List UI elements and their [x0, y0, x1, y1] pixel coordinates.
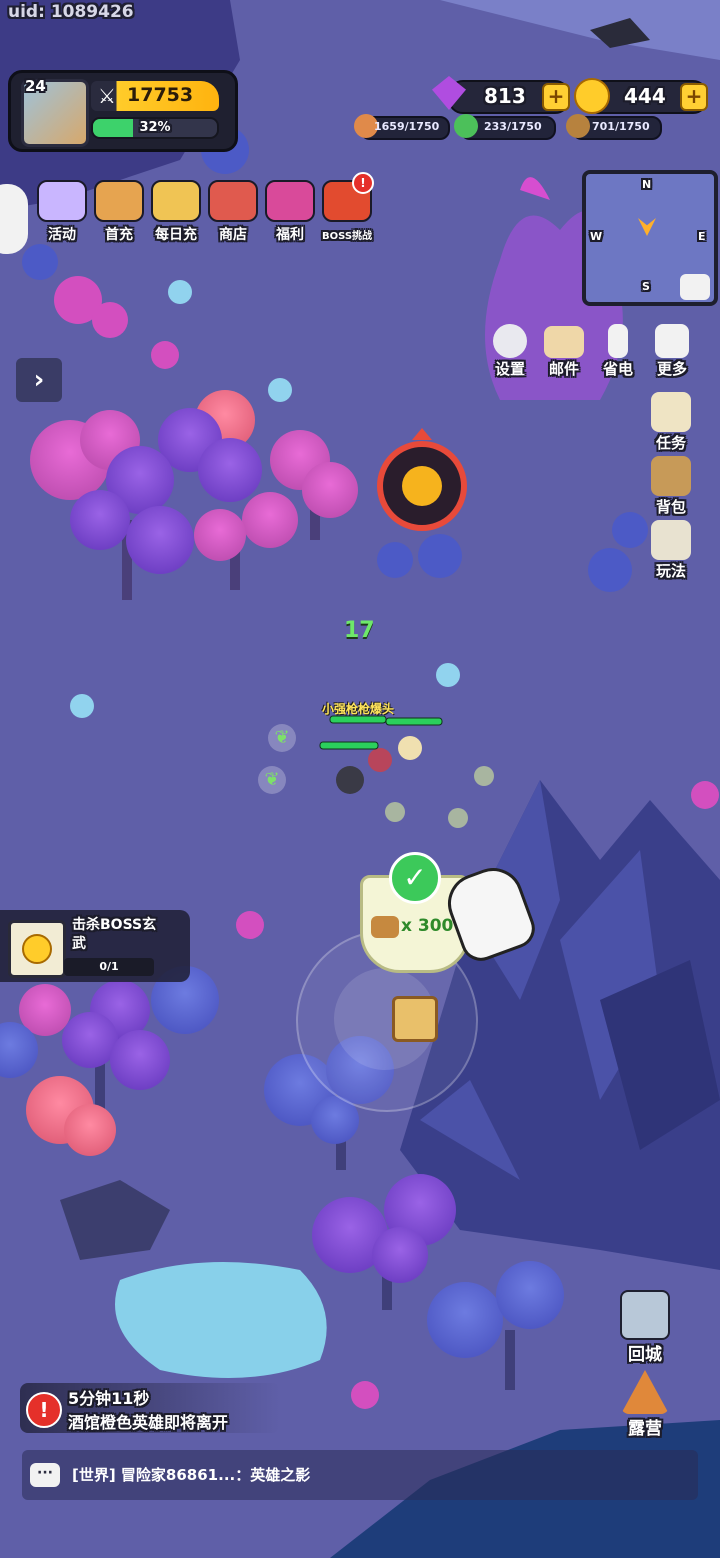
damage-number: 17 [344, 618, 375, 643]
backpack-icon [651, 456, 691, 496]
quest-title: 击杀BOSS玄武 [72, 917, 157, 952]
gameplay-label: 玩法 [655, 562, 686, 580]
tent-icon [621, 1370, 669, 1414]
xp-bar: 32% [91, 117, 219, 139]
meat-resource: 1659/1750 [354, 114, 450, 140]
expand-arrow-button[interactable]: › [16, 358, 62, 402]
compass-east: E [698, 230, 706, 243]
chest-icon [37, 180, 87, 222]
gameplay-button[interactable]: 玩法 [642, 520, 700, 581]
system-menu: 设置 邮件 省电 更多 [484, 324, 700, 379]
return-town-label: 回城 [628, 1345, 662, 1365]
player-panel[interactable]: 24 ⚔ 17753 32% [8, 70, 238, 152]
top-menu: 活动 首充 每日充 商店 福利 ! BOSS挑战 [34, 172, 375, 243]
quest-label: 任务 [655, 434, 686, 452]
gold-coin-icon [574, 78, 610, 114]
camp-label: 露营 [628, 1419, 662, 1439]
compass-north: N [642, 178, 652, 191]
wood-icon [371, 916, 399, 938]
backpack-button[interactable]: 背包 [642, 456, 700, 517]
battery-icon [608, 324, 628, 358]
gear-icon [493, 324, 527, 358]
backpack-label: 背包 [655, 498, 686, 516]
quest-tracker[interactable]: 击杀BOSS玄武 0/1 [0, 910, 190, 982]
cart-icon [151, 180, 201, 222]
world-chat-bar[interactable]: ··· [世界] 冒险家86861...：英雄之影 [22, 1450, 698, 1500]
uid-label: uid: 1089426 [8, 2, 134, 22]
menu-label: 商店 [219, 227, 247, 243]
menu-label: 首充 [105, 227, 133, 243]
chat-message: [世界] 冒险家86861...：英雄之影 [72, 1466, 311, 1484]
return-town-button[interactable]: 回城 [616, 1290, 674, 1365]
xp-percent: 32% [139, 120, 171, 135]
meat-value: 1659/1750 [374, 120, 440, 133]
wood-resource: 701/1750 [566, 114, 662, 140]
alert-badge-icon: ! [352, 172, 374, 194]
portal-icon [620, 1290, 670, 1340]
wood-value: 701/1750 [592, 120, 650, 133]
notice-message: 酒馆橙色英雄即将离开 [68, 1413, 229, 1432]
gem-counter: 813 + [432, 76, 570, 114]
quest-progress: 0/1 [64, 958, 154, 976]
hero-name-label: 小强枪枪爆头 [322, 702, 395, 716]
gift-icon [265, 180, 315, 222]
shop-icon [208, 180, 258, 222]
wood-icon [566, 114, 590, 138]
boss-icon: ! [322, 172, 374, 222]
herb-value: 233/1750 [484, 120, 542, 133]
checkmark-icon: ✓ [389, 852, 441, 904]
reward-amount: x 300 [401, 916, 454, 936]
combat-power-value: 17753 [127, 84, 194, 106]
herb-resource: 233/1750 [454, 114, 556, 140]
camera-icon[interactable] [680, 274, 710, 300]
compass-west: W [590, 230, 603, 243]
chat-icon: ··· [30, 1463, 60, 1487]
add-gold-button[interactable]: + [680, 83, 708, 111]
menu-boss-challenge[interactable]: ! BOSS挑战 [319, 172, 375, 242]
treasure-chest-icon[interactable] [392, 996, 438, 1042]
chat-bubble-tab[interactable] [0, 184, 28, 254]
combat-power: ⚔ 17753 [91, 81, 219, 111]
helmet-icon [651, 520, 691, 560]
leaf-pickup-icon[interactable]: ❦ [258, 766, 286, 794]
more-button[interactable]: 更多 [644, 324, 700, 379]
quest-button[interactable]: 任务 [642, 392, 700, 453]
crossed-swords-icon: ⚔ [98, 84, 116, 108]
more-label: 更多 [656, 360, 687, 378]
power-save-button[interactable]: 省电 [592, 324, 644, 379]
menu-label: 活动 [48, 227, 76, 243]
settings-button[interactable]: 设置 [484, 324, 536, 379]
menu-label: 福利 [276, 227, 304, 243]
menu-activity[interactable]: 活动 [34, 180, 90, 243]
notice-timer: 5分钟11秒 [68, 1389, 150, 1408]
menu-daily-recharge[interactable]: 每日充 [148, 180, 204, 243]
herb-icon [454, 114, 478, 138]
gold-value: 444 [624, 84, 666, 108]
menu-label: 每日充 [155, 227, 197, 243]
hero-leaving-notice[interactable]: ! 5分钟11秒 酒馆橙色英雄即将离开 [20, 1383, 280, 1433]
scroll-icon [651, 392, 691, 432]
settings-label: 设置 [494, 360, 525, 378]
camp-button[interactable]: 露营 [616, 1370, 674, 1439]
mail-label: 邮件 [548, 360, 579, 378]
compass-south: S [642, 280, 650, 293]
menu-label: BOSS挑战 [321, 231, 373, 242]
king-icon [94, 180, 144, 222]
gem-value: 813 [484, 84, 526, 108]
menu-welfare[interactable]: 福利 [262, 180, 318, 243]
menu-shop[interactable]: 商店 [205, 180, 261, 243]
grid-icon [655, 324, 689, 358]
player-level: 24 [25, 77, 46, 95]
mail-button[interactable]: 邮件 [536, 324, 592, 379]
alert-icon: ! [26, 1392, 62, 1428]
player-marker-icon [638, 218, 656, 236]
gold-coin-icon [8, 920, 66, 978]
add-gems-button[interactable]: + [542, 83, 570, 111]
mail-icon [544, 326, 584, 358]
leaf-pickup-icon[interactable]: ❦ [268, 724, 296, 752]
power-save-label: 省电 [602, 360, 633, 378]
gold-counter: 444 + [574, 78, 708, 114]
menu-first-recharge[interactable]: 首充 [91, 180, 147, 243]
